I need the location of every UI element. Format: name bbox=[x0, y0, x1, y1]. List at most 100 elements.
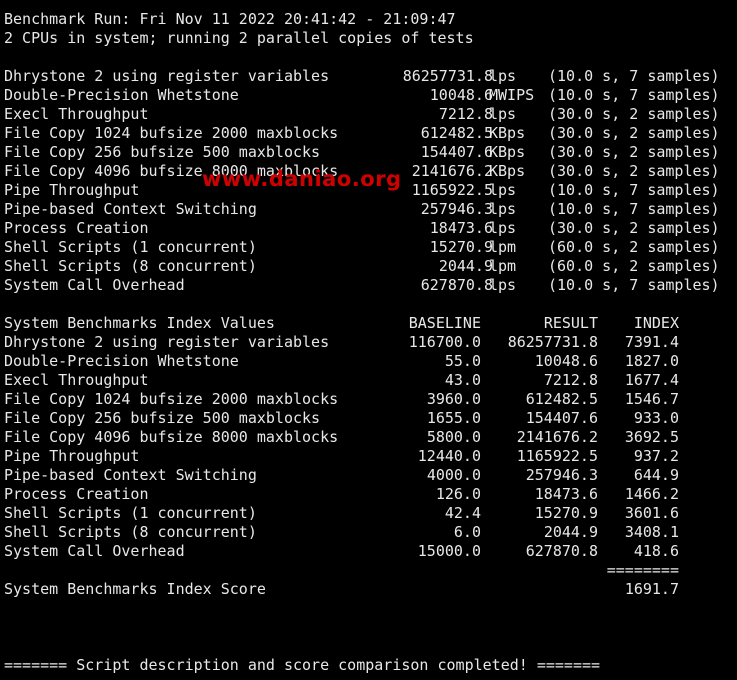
test-info: (10.0 s, 7 samples) bbox=[548, 67, 720, 85]
test-unit: KBps bbox=[489, 162, 526, 180]
test-info: (30.0 s, 2 samples) bbox=[548, 219, 720, 237]
baseline-value: 116700.0 bbox=[408, 333, 481, 351]
test-unit: MWIPS bbox=[489, 86, 535, 104]
test-name: File Copy 1024 bufsize 2000 maxblocks bbox=[4, 124, 339, 142]
test-value: 2141676.2 bbox=[411, 162, 493, 180]
result-value: 10048.6 bbox=[534, 352, 598, 370]
test-info: (10.0 s, 7 samples) bbox=[548, 276, 720, 294]
result-value: 15270.9 bbox=[534, 504, 598, 522]
test-name: Shell Scripts (1 concurrent) bbox=[4, 238, 257, 256]
index-row: Double-Precision Whetstone 55.0 10048.6 182… bbox=[4, 352, 737, 371]
index-value: 3601.6 bbox=[624, 504, 679, 522]
baseline-header: BASELINE bbox=[408, 314, 481, 332]
index-row: Dhrystone 2 using register variables 1167… bbox=[4, 333, 737, 352]
index-row: System Call Overhead 15000.0 627870.8 418.6 bbox=[4, 542, 737, 561]
result-row: Shell Scripts (1 concurrent) 15270.9 lpm (6… bbox=[4, 238, 737, 257]
test-name: Pipe-based Context Switching bbox=[4, 200, 257, 218]
index-row: Shell Scripts (1 concurrent) 42.4 15270.9 3… bbox=[4, 504, 737, 523]
test-unit: lps bbox=[489, 200, 517, 218]
score-separator: ======== bbox=[606, 561, 679, 579]
test-info: (60.0 s, 2 samples) bbox=[548, 238, 720, 256]
terminal-output: ----------------------------------------… bbox=[4, 0, 737, 680]
result-row: File Copy 256 bufsize 500 maxblocks 15440… bbox=[4, 143, 737, 162]
result-value: 627870.8 bbox=[525, 542, 598, 560]
index-test-name: Double-Precision Whetstone bbox=[4, 352, 239, 370]
baseline-value: 1655.0 bbox=[426, 409, 481, 427]
test-unit: lps bbox=[489, 219, 517, 237]
index-value: 1546.7 bbox=[624, 390, 679, 408]
result-row: System Call Overhead 627870.8 lps (10.0 s, … bbox=[4, 276, 737, 295]
index-test-name: Pipe Throughput bbox=[4, 447, 140, 465]
baseline-value: 55.0 bbox=[444, 352, 481, 370]
completion-footer: ======= Script description and score com… bbox=[4, 656, 601, 674]
result-row: Execl Throughput 7212.8 lps (30.0 s, 2 samp… bbox=[4, 105, 737, 124]
result-value: 1165922.5 bbox=[516, 447, 598, 465]
index-row: File Copy 1024 bufsize 2000 maxblocks 396… bbox=[4, 390, 737, 409]
index-value: 1466.2 bbox=[624, 485, 679, 503]
result-row: Pipe-based Context Switching 257946.3 lps (… bbox=[4, 200, 737, 219]
result-row: Process Creation 18473.6 lps (30.0 s, 2 sam… bbox=[4, 219, 737, 238]
test-info: (30.0 s, 2 samples) bbox=[548, 105, 720, 123]
index-value: 644.9 bbox=[633, 466, 679, 484]
index-test-name: File Copy 256 bufsize 500 maxblocks bbox=[4, 409, 321, 427]
test-info: (10.0 s, 7 samples) bbox=[548, 200, 720, 218]
test-name: File Copy 4096 bufsize 8000 maxblocks bbox=[4, 162, 339, 180]
index-test-name: Shell Scripts (1 concurrent) bbox=[4, 504, 257, 522]
index-header: INDEX bbox=[633, 314, 679, 332]
result-value: 612482.5 bbox=[525, 390, 598, 408]
baseline-value: 4000.0 bbox=[426, 466, 481, 484]
test-unit: lpm bbox=[489, 238, 517, 256]
index-row: Pipe-based Context Switching 4000.0 257946… bbox=[4, 466, 737, 485]
index-value: 3692.5 bbox=[624, 428, 679, 446]
test-value: 15270.9 bbox=[429, 238, 493, 256]
baseline-value: 5800.0 bbox=[426, 428, 481, 446]
index-row: File Copy 4096 bufsize 8000 maxblocks 580… bbox=[4, 428, 737, 447]
result-value: 257946.3 bbox=[525, 466, 598, 484]
index-row: Execl Throughput 43.0 7212.8 1677.4 bbox=[4, 371, 737, 390]
test-value: 10048.6 bbox=[429, 86, 493, 104]
index-value: 418.6 bbox=[633, 542, 679, 560]
test-name: Shell Scripts (8 concurrent) bbox=[4, 257, 257, 275]
test-value: 18473.6 bbox=[429, 219, 493, 237]
result-row: Shell Scripts (8 concurrent) 2044.9 lpm (60… bbox=[4, 257, 737, 276]
result-value: 86257731.8 bbox=[507, 333, 598, 351]
score-value: 1691.7 bbox=[624, 580, 679, 598]
result-value: 2044.9 bbox=[543, 523, 598, 541]
index-value: 3408.1 bbox=[624, 523, 679, 541]
baseline-value: 15000.0 bbox=[417, 542, 481, 560]
test-name: Dhrystone 2 using register variables bbox=[4, 67, 330, 85]
result-value: 7212.8 bbox=[543, 371, 598, 389]
index-test-name: Execl Throughput bbox=[4, 371, 149, 389]
result-value: 154407.6 bbox=[525, 409, 598, 427]
baseline-value: 6.0 bbox=[453, 523, 481, 541]
test-value: 257946.3 bbox=[420, 200, 493, 218]
result-row: Pipe Throughput 1165922.5 lps (10.0 s, 7 sa… bbox=[4, 181, 737, 200]
test-unit: KBps bbox=[489, 143, 526, 161]
test-info: (60.0 s, 2 samples) bbox=[548, 257, 720, 275]
test-name: Process Creation bbox=[4, 219, 149, 237]
test-name: Execl Throughput bbox=[4, 105, 149, 123]
test-info: (10.0 s, 7 samples) bbox=[548, 86, 720, 104]
score-label: System Benchmarks Index Score bbox=[4, 580, 266, 598]
index-value: 1827.0 bbox=[624, 352, 679, 370]
test-info: (30.0 s, 2 samples) bbox=[548, 143, 720, 161]
test-name: File Copy 256 bufsize 500 maxblocks bbox=[4, 143, 321, 161]
index-test-name: Pipe-based Context Switching bbox=[4, 466, 257, 484]
test-value: 2044.9 bbox=[438, 257, 493, 275]
result-value: 18473.6 bbox=[534, 485, 598, 503]
test-name: System Call Overhead bbox=[4, 276, 185, 294]
result-row: File Copy 1024 bufsize 2000 maxblocks 612… bbox=[4, 124, 737, 143]
score-row: System Benchmarks Index Score 1691.7 bbox=[4, 580, 737, 599]
result-row: File Copy 4096 bufsize 8000 maxblocks 214… bbox=[4, 162, 737, 181]
test-name: Pipe Throughput bbox=[4, 181, 140, 199]
test-unit: lps bbox=[489, 181, 517, 199]
test-unit: lps bbox=[489, 67, 517, 85]
baseline-value: 43.0 bbox=[444, 371, 481, 389]
index-test-name: Shell Scripts (8 concurrent) bbox=[4, 523, 257, 541]
index-test-name: Process Creation bbox=[4, 485, 149, 503]
baseline-value: 12440.0 bbox=[417, 447, 481, 465]
test-name: Double-Precision Whetstone bbox=[4, 86, 239, 104]
cpu-info-line: 2 CPUs in system; running 2 parallel cop… bbox=[4, 29, 474, 47]
test-value: 627870.8 bbox=[420, 276, 493, 294]
index-test-name: System Call Overhead bbox=[4, 542, 185, 560]
